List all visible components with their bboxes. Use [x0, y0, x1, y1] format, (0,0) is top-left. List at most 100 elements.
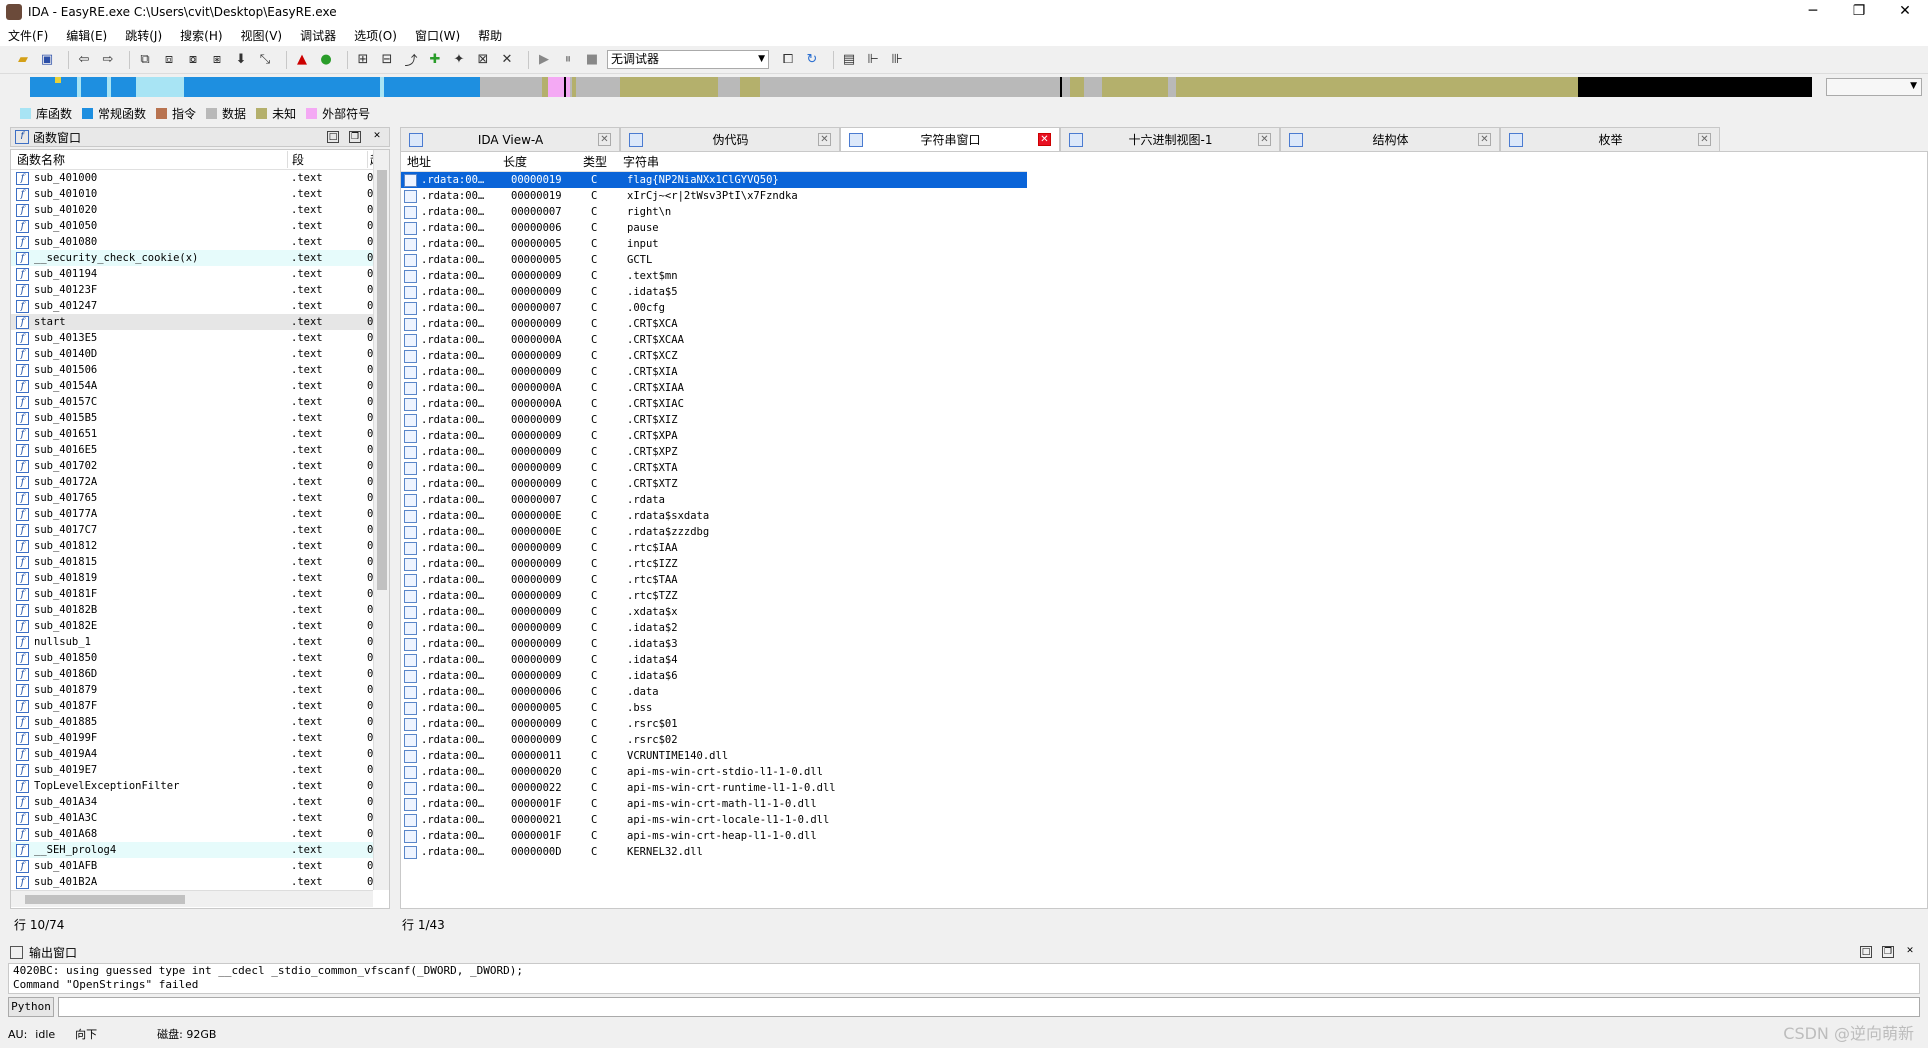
- column-type[interactable]: 类型: [577, 153, 617, 170]
- string-row[interactable]: .rdata:00… 00000007 C .00cfg: [401, 300, 1027, 316]
- string-row[interactable]: .rdata:00… 00000009 C .CRT$XPA: [401, 428, 1027, 444]
- python-language-button[interactable]: Python: [8, 997, 54, 1017]
- string-row[interactable]: .rdata:00… 00000020 Capi-ms-win-crt-stdio-…: [401, 764, 1027, 780]
- functions-vertical-scrollbar[interactable]: [373, 150, 389, 890]
- panel-float-button[interactable]: ❐: [349, 131, 361, 143]
- string-row[interactable]: .rdata:00… 00000009 C .idata$5: [401, 284, 1027, 300]
- string-row[interactable]: .rdata:00… 0000000E C .rdata$zzzdbg: [401, 524, 1027, 540]
- make-data-icon[interactable]: ⊟: [378, 51, 396, 69]
- tab-ida-view-a[interactable]: IDA View-A ✕: [400, 127, 620, 151]
- maximize-button[interactable]: ❐: [1836, 0, 1882, 24]
- function-row[interactable]: fsub_401885.text00: [11, 714, 389, 730]
- string-row[interactable]: .rdata:00… 00000009 C .rtc$TZZ: [401, 588, 1027, 604]
- function-row[interactable]: fsub_40186D.text00: [11, 666, 389, 682]
- play-icon[interactable]: ▶: [535, 51, 553, 69]
- command-input[interactable]: [58, 997, 1920, 1017]
- string-row[interactable]: .rdata:00… 00000009 C .CRT$XIZ: [401, 412, 1027, 428]
- tab-close-button[interactable]: ✕: [598, 133, 611, 146]
- function-row[interactable]: fsub_401850.text00: [11, 650, 389, 666]
- menu-jump[interactable]: 跳转(J): [125, 27, 162, 44]
- string-row[interactable]: .rdata:00… 00000009 C .CRT$XTA: [401, 460, 1027, 476]
- immediate-search-icon[interactable]: ⧆: [208, 51, 226, 69]
- function-row[interactable]: fsub_40123F.text00: [11, 282, 389, 298]
- column-function-name[interactable]: 函数名称: [11, 151, 287, 168]
- string-row[interactable]: .rdata:00… 00000009 C .rsrc$01: [401, 716, 1027, 732]
- function-row[interactable]: fsub_401010.text00: [11, 186, 389, 202]
- function-row[interactable]: fsub_4015B5.text00: [11, 410, 389, 426]
- string-row[interactable]: .rdata:00… 00000005 Cinput: [401, 236, 1027, 252]
- panel-maximize-button[interactable]: □: [327, 131, 339, 143]
- trace-icon[interactable]: ⊩: [864, 51, 882, 69]
- save-icon[interactable]: ▣: [38, 51, 56, 69]
- text-search-icon[interactable]: ⧇: [184, 51, 202, 69]
- string-row[interactable]: .rdata:00… 00000019 Cflag{NP2NiaNXx1ClGYVQ…: [401, 172, 1027, 188]
- panel-maximize-button[interactable]: □: [1860, 946, 1872, 958]
- string-row[interactable]: .rdata:00… 0000000E C .rdata$sxdata: [401, 508, 1027, 524]
- string-row[interactable]: .rdata:00… 00000006 C .data: [401, 684, 1027, 700]
- string-row[interactable]: .rdata:00… 00000009 C .xdata$x: [401, 604, 1027, 620]
- string-row[interactable]: .rdata:00… 00000009 C .CRT$XIA: [401, 364, 1027, 380]
- open-folder-icon[interactable]: ▰: [14, 51, 32, 69]
- function-row[interactable]: fsub_401506.text00: [11, 362, 389, 378]
- back-arrow-icon[interactable]: ⇦: [75, 51, 93, 69]
- function-row[interactable]: fsub_401000.text00: [11, 170, 389, 186]
- string-row[interactable]: .rdata:00… 00000021 Capi-ms-win-crt-locale…: [401, 812, 1027, 828]
- function-row[interactable]: fnullsub_1.text00: [11, 634, 389, 650]
- function-row[interactable]: fsub_4019E7.text00: [11, 762, 389, 778]
- navigation-band-track[interactable]: [30, 77, 1812, 97]
- string-row[interactable]: .rdata:00… 00000007 C .rdata: [401, 492, 1027, 508]
- function-row[interactable]: fsub_4019A4.text00: [11, 746, 389, 762]
- menu-file[interactable]: 文件(F): [8, 27, 48, 44]
- function-row[interactable]: fsub_40187F.text00: [11, 698, 389, 714]
- string-row[interactable]: .rdata:00… 00000009 C .rtc$TAA: [401, 572, 1027, 588]
- function-row[interactable]: fsub_401702.text00: [11, 458, 389, 474]
- jump-down-icon[interactable]: ⬇: [232, 51, 250, 69]
- string-row[interactable]: .rdata:00… 00000007 Cright\n: [401, 204, 1027, 220]
- string-row[interactable]: .rdata:00… 00000009 C .CRT$XPZ: [401, 444, 1027, 460]
- forward-arrow-icon[interactable]: ⇨: [99, 51, 117, 69]
- tab-pseudocode[interactable]: 伪代码 ✕: [620, 127, 840, 151]
- refresh-icon[interactable]: ↻: [803, 51, 821, 69]
- tab-structures[interactable]: 结构体 ✕: [1280, 127, 1500, 151]
- tab-close-button[interactable]: ✕: [818, 133, 831, 146]
- undefine-icon[interactable]: ⤡: [256, 51, 274, 69]
- tab-close-button[interactable]: ✕: [1038, 133, 1051, 146]
- function-row[interactable]: fsub_401247.text00: [11, 298, 389, 314]
- delete-icon[interactable]: ✕: [498, 51, 516, 69]
- panel-close-button[interactable]: ✕: [371, 131, 383, 143]
- menu-debugger[interactable]: 调试器: [300, 27, 336, 44]
- menu-help[interactable]: 帮助: [478, 27, 502, 44]
- function-row[interactable]: fsub_4016E5.text00: [11, 442, 389, 458]
- function-row[interactable]: fsub_401194.text00: [11, 266, 389, 282]
- string-row[interactable]: .rdata:00… 00000009 C .CRT$XTZ: [401, 476, 1027, 492]
- function-row[interactable]: fsub_401050.text00: [11, 218, 389, 234]
- functions-horizontal-scrollbar[interactable]: [11, 890, 373, 907]
- string-row[interactable]: .rdata:00… 0000000A C .CRT$XIAA: [401, 380, 1027, 396]
- function-row[interactable]: fsub_40182E.text00: [11, 618, 389, 634]
- tab-close-button[interactable]: ✕: [1478, 133, 1491, 146]
- function-row[interactable]: fsub_401B2A.text00: [11, 874, 389, 890]
- minimize-button[interactable]: ─: [1790, 0, 1836, 24]
- string-row[interactable]: .rdata:00… 0000001F Capi-ms-win-crt-math-l…: [401, 796, 1027, 812]
- function-row[interactable]: fsub_401AFB.text00: [11, 858, 389, 874]
- graph-green-icon[interactable]: ●: [317, 51, 335, 69]
- make-struct-icon[interactable]: ✦: [450, 51, 468, 69]
- function-row[interactable]: fsub_40181F.text00: [11, 586, 389, 602]
- tab-enums[interactable]: 枚举 ✕: [1500, 127, 1720, 151]
- string-row[interactable]: .rdata:00… 00000019 CxIrCj~<r|2tWsv3PtI\x7…: [401, 188, 1027, 204]
- function-row[interactable]: fsub_401A3C.text00: [11, 810, 389, 826]
- string-row[interactable]: .rdata:00… 00000009 C .CRT$XCA: [401, 316, 1027, 332]
- function-row[interactable]: f__security_check_cookie(x).text00: [11, 250, 389, 266]
- panel-float-button[interactable]: ❐: [1882, 946, 1894, 958]
- tab-strings[interactable]: 字符串窗口 ✕: [840, 127, 1060, 151]
- pause-icon[interactable]: ⏸: [559, 51, 577, 69]
- function-row[interactable]: fsub_401819.text00: [11, 570, 389, 586]
- copy-icon[interactable]: ⧉: [136, 51, 154, 69]
- make-array-icon[interactable]: ⤴: [402, 51, 420, 69]
- tab-hex-view[interactable]: 十六进制视图-1 ✕: [1060, 127, 1280, 151]
- menu-view[interactable]: 视图(V): [241, 27, 283, 44]
- tab-close-button[interactable]: ✕: [1258, 133, 1271, 146]
- function-row[interactable]: fsub_40157C.text00: [11, 394, 389, 410]
- string-row[interactable]: .rdata:00… 00000005 C GCTL: [401, 252, 1027, 268]
- string-row[interactable]: .rdata:00… 00000009 C .rsrc$02: [401, 732, 1027, 748]
